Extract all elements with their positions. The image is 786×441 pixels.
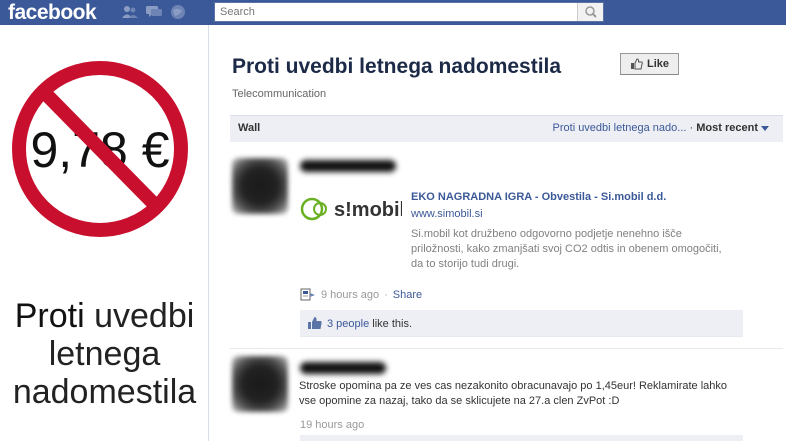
post1-avatar[interactable] [232, 158, 288, 214]
post2-feedback-box [300, 435, 743, 441]
wall-header: Wall Proti uvedbi letnega nado... · Most… [230, 115, 783, 142]
caption-line2: letnega [48, 335, 161, 373]
messages-icon[interactable] [145, 4, 163, 20]
post1-timestamp[interactable]: 9 hours ago [321, 289, 379, 301]
page-title: Proti uvedbi letnega nadomestila [232, 55, 562, 78]
like-page-button[interactable]: Like [620, 53, 679, 75]
simobil-logo[interactable]: s!mobil [300, 195, 402, 223]
post1-likes-box: 3 people like this. [300, 310, 743, 337]
friend-requests-icon[interactable] [121, 4, 139, 20]
post2-timestamp[interactable]: 19 hours ago [300, 419, 364, 431]
post1-author-name-redacted[interactable] [300, 160, 396, 172]
post2-message: Stroske opomina pa ze ves cas nezakonito… [299, 380, 728, 407]
caption-line1-bold: Proti [14, 297, 85, 335]
attachment-title-link[interactable]: EKO NAGRADNA IGRA - Obvestila - Si.mobil… [411, 191, 666, 203]
chevron-down-icon[interactable] [761, 125, 769, 131]
caption-line3: nadomestila [12, 373, 197, 411]
wall-filter: Proti uvedbi letnega nado... · Most rece… [553, 122, 769, 134]
post-divider [230, 348, 783, 349]
meta-separator: · [384, 289, 388, 301]
no-sign-icon: 9,78 € [12, 61, 188, 237]
search-button[interactable] [577, 3, 603, 21]
likes-suffix: like this. [369, 318, 413, 330]
sort-dropdown[interactable]: Most recent [696, 122, 758, 134]
simobil-logo-text: s!mobil [334, 199, 402, 221]
wall-label: Wall [238, 122, 261, 134]
thumbs-up-icon [308, 317, 322, 329]
jewel-icons [121, 4, 187, 20]
page-category: Telecommunication [232, 88, 327, 100]
facebook-logo[interactable]: facebook [8, 0, 97, 25]
like-button-label: Like [646, 58, 669, 70]
search-box [214, 2, 604, 22]
profile-picture-caption: Proti uvedbi letnega nadomestila [0, 297, 209, 411]
thumbs-up-icon [630, 58, 643, 70]
caption-line1-rest: uvedbi [84, 297, 195, 335]
share-link[interactable]: Share [393, 289, 422, 301]
attachment-description: Si.mobil kot družbeno odgovorno podjetje… [411, 228, 722, 270]
link-attachment-icon [300, 288, 315, 301]
post2-author-name-redacted[interactable] [300, 362, 386, 374]
post2-avatar[interactable] [232, 356, 288, 412]
profile-picture[interactable]: 9,78 € Proti uvedbi letnega nadomestila [0, 25, 209, 441]
likes-text: 3 people like this. [327, 318, 412, 330]
search-icon [585, 6, 597, 18]
post1-meta: 9 hours ago · Share [300, 288, 422, 302]
filter-separator: · [689, 122, 694, 134]
likes-count-link[interactable]: 3 people [327, 318, 369, 330]
search-input[interactable] [215, 3, 575, 21]
wall-filter-link[interactable]: Proti uvedbi letnega nado... [553, 122, 687, 134]
notifications-icon[interactable] [169, 4, 187, 20]
attachment-url-link[interactable]: www.simobil.si [411, 208, 483, 220]
top-navigation-bar: facebook [0, 0, 786, 25]
